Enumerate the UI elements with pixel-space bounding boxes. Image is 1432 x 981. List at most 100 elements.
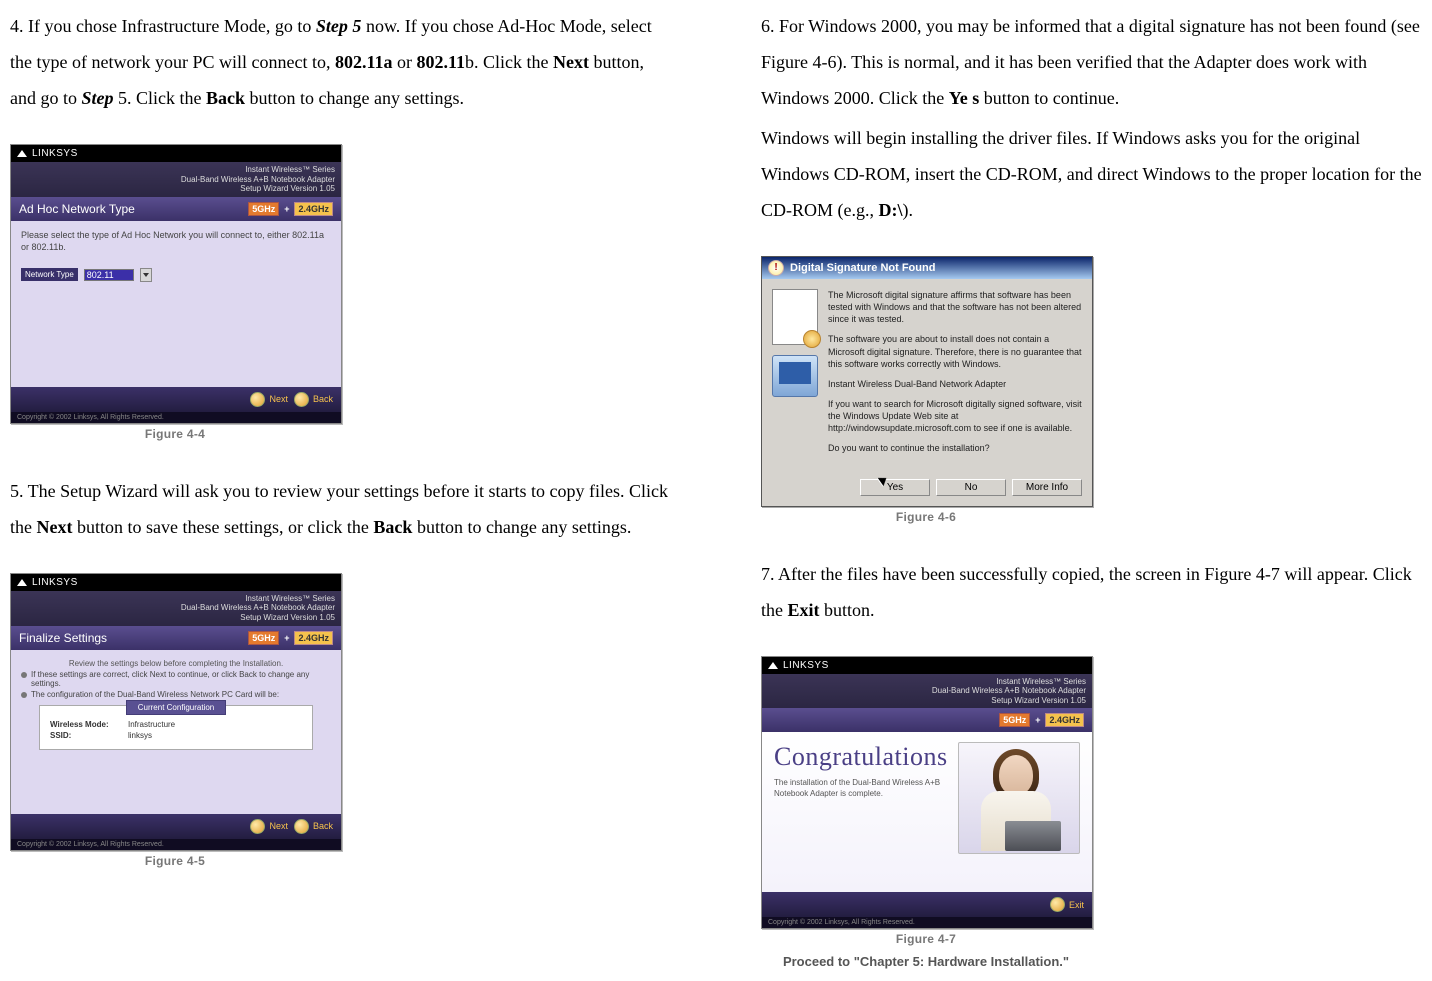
button-icon xyxy=(250,819,265,834)
device-name: Instant Wireless Dual-Band Network Adapt… xyxy=(828,378,1082,390)
series-text: Instant Wireless™ Series xyxy=(17,165,335,175)
dialog-title-bar: ! Digital Signature Not Found xyxy=(762,257,1092,279)
copyright-text: Copyright © 2002 Linksys, All Rights Res… xyxy=(11,412,341,423)
bullet-icon xyxy=(21,672,27,678)
warning-icon: ! xyxy=(768,260,784,276)
box-sub-text: The configuration of the Dual-Band Wirel… xyxy=(31,690,279,699)
network-type-select[interactable]: 802.11 xyxy=(84,269,134,281)
guide-text-row: If these settings are correct, click Nex… xyxy=(21,670,331,688)
step-6-paragraph-1: 6. For Windows 2000, you may be informed… xyxy=(761,8,1422,116)
text: 4. If you chose Infrastructure Mode, go … xyxy=(10,16,316,36)
chevron-down-icon[interactable] xyxy=(140,268,152,282)
text: button to change any settings. xyxy=(412,517,631,537)
brand-bar: LINKSYS xyxy=(11,574,341,591)
right-column: 6. For Windows 2000, you may be informed… xyxy=(761,8,1422,973)
proceed-text: Proceed to "Chapter 5: Hardware Installa… xyxy=(761,954,1091,969)
hero-left: Congratulations The installation of the … xyxy=(774,742,958,799)
button-icon xyxy=(250,392,265,407)
ghz-badges: 5GHz + 2.4GHz xyxy=(999,713,1084,727)
computer-icon xyxy=(772,355,818,397)
logo-icon xyxy=(17,150,27,157)
next-label: Next xyxy=(553,52,589,72)
text: button to change any settings. xyxy=(245,88,464,108)
button-label: Next xyxy=(269,394,288,404)
button-label: Next xyxy=(269,821,288,831)
series-text: Instant Wireless™ Series xyxy=(17,594,335,604)
wizard-title-bar: 5GHz + 2.4GHz xyxy=(762,708,1092,732)
back-label: Back xyxy=(206,88,245,108)
brand-text: LINKSYS xyxy=(32,148,78,159)
figure-caption: Figure 4-6 xyxy=(761,510,1091,524)
back-button[interactable]: Back xyxy=(294,392,333,407)
option-80211a: 802.11a xyxy=(335,52,393,72)
plus-icon: + xyxy=(281,203,292,215)
next-button[interactable]: Next xyxy=(250,392,288,407)
figure-4-5: LINKSYS Instant Wireless™ Series Dual-Ba… xyxy=(10,573,671,868)
dialog-text: The software you are about to install do… xyxy=(828,333,1082,369)
text: 5. Click the xyxy=(114,88,207,108)
figure-caption: Figure 4-7 xyxy=(761,932,1091,946)
product-text: Dual-Band Wireless A+B Notebook Adapter xyxy=(768,686,1086,696)
badge-24ghz: 2.4GHz xyxy=(294,202,333,216)
photo-shape xyxy=(999,755,1033,795)
product-text: Dual-Band Wireless A+B Notebook Adapter xyxy=(17,603,335,613)
drive-label: D:\ xyxy=(879,200,903,220)
step-ref: Step xyxy=(82,88,114,108)
exit-label: Exit xyxy=(788,600,820,620)
row-key: SSID: xyxy=(50,731,120,740)
step-7-paragraph: 7. After the files have been successfull… xyxy=(761,556,1422,628)
series-text: Instant Wireless™ Series xyxy=(768,677,1086,687)
figure-4-7: LINKSYS Instant Wireless™ Series Dual-Ba… xyxy=(761,656,1422,970)
copyright-text: Copyright © 2002 Linksys, All Rights Res… xyxy=(11,839,341,850)
wizard-title-bar: Ad Hoc Network Type 5GHz + 2.4GHz xyxy=(11,197,341,221)
yes-button[interactable]: Yes xyxy=(860,479,930,496)
no-button[interactable]: No xyxy=(936,479,1006,496)
badge-24ghz: 2.4GHz xyxy=(294,631,333,645)
row-value: Infrastructure xyxy=(128,720,175,729)
wizard-title-bar: Finalize Settings 5GHz + 2.4GHz xyxy=(11,626,341,650)
wizard-footer: Next Back xyxy=(11,387,341,412)
row-value: linksys xyxy=(128,731,152,740)
wizard-window: LINKSYS Instant Wireless™ Series Dual-Ba… xyxy=(10,573,342,851)
figure-4-4: LINKSYS Instant Wireless™ Series Dual-Ba… xyxy=(10,144,671,441)
logo-icon xyxy=(17,579,27,586)
badge-5ghz: 5GHz xyxy=(248,202,279,216)
photo-placeholder xyxy=(958,742,1080,854)
next-label: Next xyxy=(37,517,73,537)
badge-5ghz: 5GHz xyxy=(999,713,1030,727)
text: button. xyxy=(820,600,875,620)
step-4-paragraph: 4. If you chose Infrastructure Mode, go … xyxy=(10,8,671,116)
left-column: 4. If you chose Infrastructure Mode, go … xyxy=(10,8,671,973)
dialog-buttons: Yes No More Info xyxy=(762,473,1092,506)
wizard-footer: Next Back xyxy=(11,814,341,839)
text: ). xyxy=(903,200,914,220)
back-button[interactable]: Back xyxy=(294,819,333,834)
row-key: Wireless Mode: xyxy=(50,720,120,729)
exit-button[interactable]: Exit xyxy=(1050,897,1084,912)
button-label: Back xyxy=(313,821,333,831)
brand-bar: LINKSYS xyxy=(762,657,1092,674)
text: b. Click the xyxy=(465,52,553,72)
config-box: Current Configuration Wireless Mode:Infr… xyxy=(39,705,313,750)
network-type-label: Network Type xyxy=(21,268,78,281)
config-box-title: Current Configuration xyxy=(126,700,226,715)
instruction-text: Please select the type of Ad Hoc Network… xyxy=(21,229,331,254)
version-text: Setup Wizard Version 1.05 xyxy=(17,613,335,623)
config-row: Wireless Mode: Infrastructure xyxy=(44,719,308,730)
version-text: Setup Wizard Version 1.05 xyxy=(768,696,1086,706)
wizard-body: Congratulations The installation of the … xyxy=(762,732,1092,892)
config-rows: Wireless Mode: Infrastructure SSID: linksy… xyxy=(44,719,308,741)
button-label: Back xyxy=(313,394,333,404)
config-row: SSID: linksys xyxy=(44,730,308,741)
ghz-badges: 5GHz + 2.4GHz xyxy=(248,631,333,645)
next-button[interactable]: Next xyxy=(250,819,288,834)
dialog-content: The Microsoft digital signature affirms … xyxy=(762,279,1092,473)
certificate-icon xyxy=(772,289,818,345)
windows-dialog: ! Digital Signature Not Found The Micros… xyxy=(761,256,1093,507)
wizard-body: Review the settings below before complet… xyxy=(11,650,341,814)
text: Windows will begin installing the driver… xyxy=(761,128,1422,220)
guide-text: If these settings are correct, click Nex… xyxy=(31,670,331,688)
more-info-button[interactable]: More Info xyxy=(1012,479,1082,496)
dialog-text: If you want to search for Microsoft digi… xyxy=(828,398,1082,434)
dialog-text: The Microsoft digital signature affirms … xyxy=(828,289,1082,325)
